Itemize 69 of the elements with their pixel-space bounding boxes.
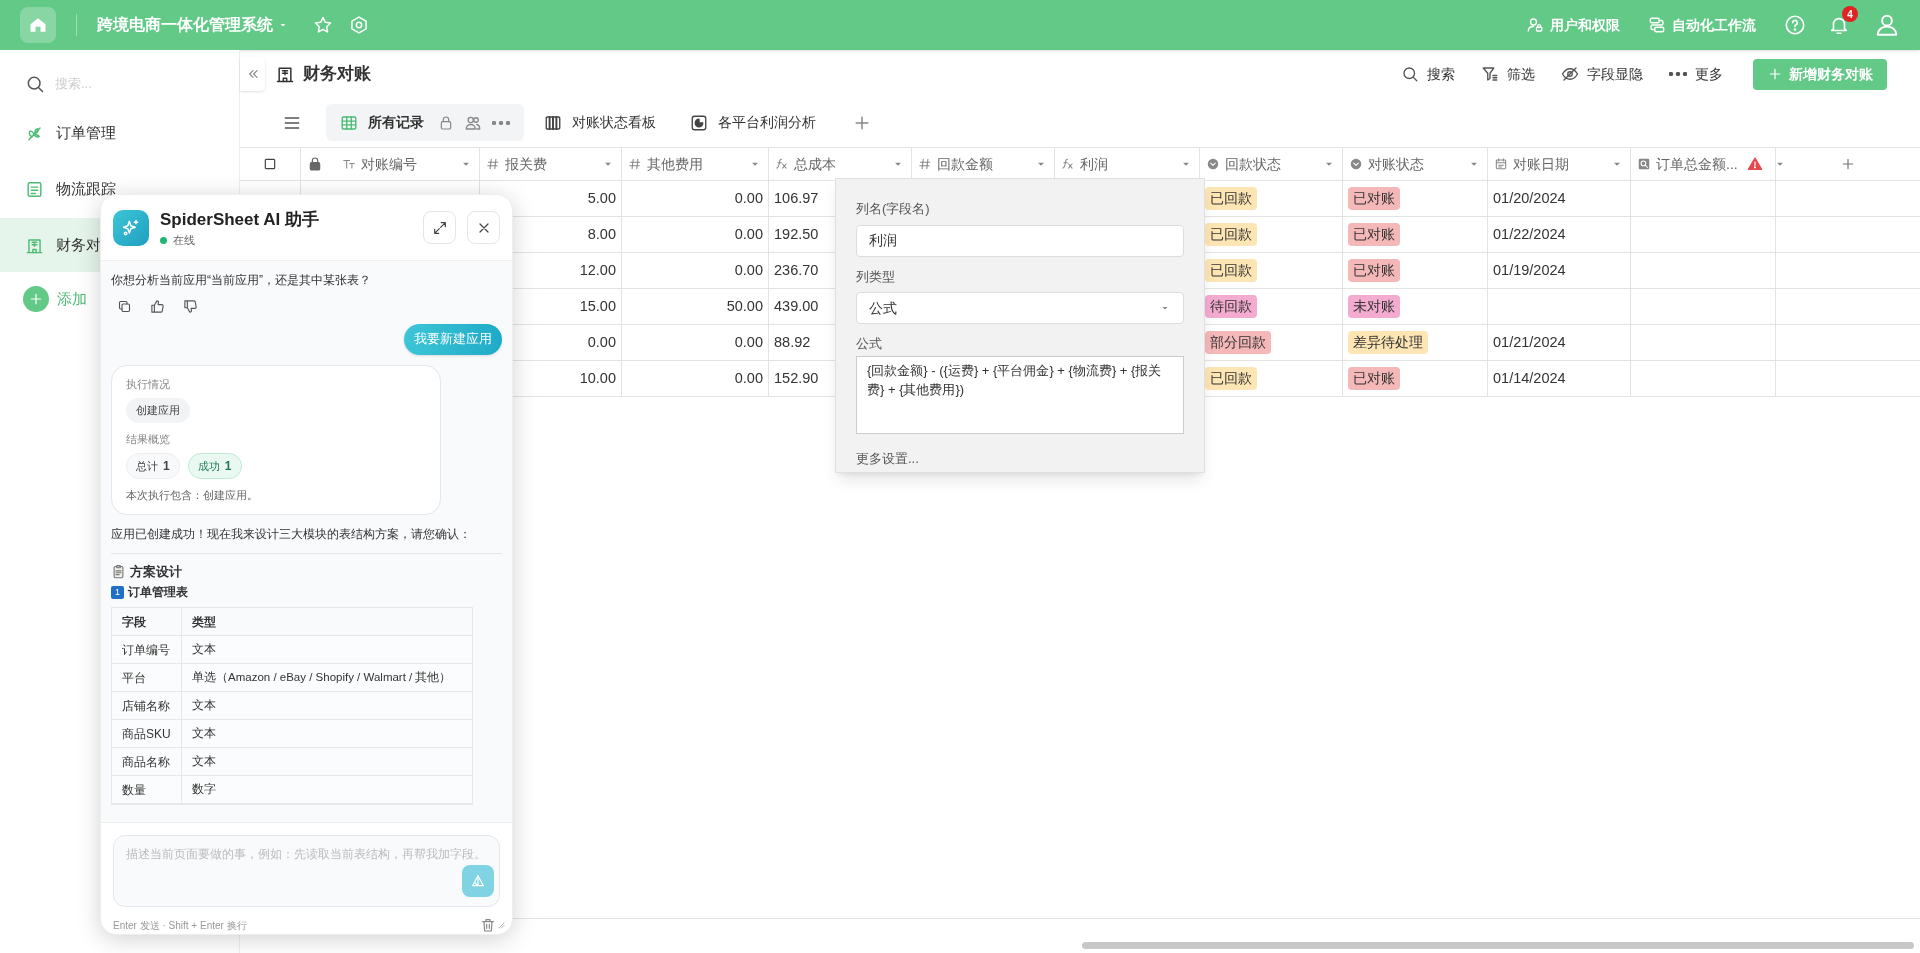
table-cell-text: 订单编号 [122,641,170,659]
plan-subheading: 订单管理表 [128,584,188,602]
status-tag: 未对账 [1348,295,1400,318]
status-tag: 待回款 [1205,295,1257,318]
table-cell-text: 5.00 [587,188,616,208]
status-tag: 已对账 [1348,187,1400,210]
table-cell-text: 文本 [192,754,216,770]
table-cell-text: 01/20/2024 [1493,188,1566,208]
table-cell-text: 商品SKU [122,725,171,743]
table-cell-text: 0.00 [734,188,763,208]
table-cell-text: 106.97 [774,188,819,208]
status-tag: 部分回款 [1205,331,1271,354]
table-cell-text: 12.00 [579,260,616,280]
field-label: 列类型 [856,267,896,286]
status-tag: 差异待处理 [1348,331,1428,354]
table-cell-text: 192.50 [774,224,819,244]
table-cell-text: 0.00 [734,332,763,352]
table-cell-text: 15.00 [579,296,616,316]
online-status: 在线 [173,233,195,248]
status-tag: 已对账 [1348,223,1400,246]
result-note: 本次执行包含：创建应用。 [126,488,259,504]
step-chip: 创建应用 [126,398,190,423]
table-cell-text: 店铺名称 [122,697,170,715]
field-label: 列名(字段名) [856,200,931,218]
table-cell-text: 01/21/2024 [1493,332,1566,352]
assistant-message: 应用已创建成功！现在我来设计三大模块的表结构方案，请您确认： [111,525,472,543]
status-tag: 已回款 [1205,367,1257,390]
table-cell-text: 152.90 [774,368,819,388]
table-cell-text: 01/22/2024 [1493,224,1566,244]
assistant-message: 你想分析当前应用“当前应用”，还是其中某张表？ [111,272,372,289]
notification-badge: 4 [1842,6,1858,22]
table-cell-text: 10.00 [579,368,616,388]
table-cell-text: 文本 [192,698,216,714]
table-cell-text: 商品名称 [122,753,170,771]
table-cell-text: 0.00 [734,368,763,388]
table-cell-text: 平台 [122,669,146,687]
table-cell-text: 01/14/2024 [1493,368,1566,388]
stat-chip: 总计 1 [126,453,180,480]
table-header: 类型 [192,613,216,631]
table-cell-text: 0.00 [734,260,763,280]
status-tag: 已回款 [1205,187,1257,210]
status-tag: 已回款 [1205,223,1257,246]
table-cell-text: 50.00 [726,296,763,316]
table-cell-text: 单选（Amazon / eBay / Shopify / Walmart / 其他） [192,670,452,686]
input-hint: Enter 发送 · Shift + Enter 换行 [113,918,247,933]
number-badge: 1 [111,585,124,599]
table-cell-text: 01/19/2024 [1493,260,1566,280]
table-header: 字段 [122,613,146,631]
stat-chip: 成功 1 [187,453,242,480]
table-cell-text: 439.00 [774,296,819,316]
section-label: 结果概览 [126,431,171,447]
table-cell-text: 88.92 [774,332,811,352]
table-cell-text: 8.00 [587,224,616,244]
section-label: 执行情况 [126,376,171,392]
status-tag: 已对账 [1348,367,1400,390]
table-cell-text: 数字 [192,782,216,798]
table-cell-text: 0.00 [734,224,763,244]
field-label: 公式 [856,335,883,353]
status-tag: 已回款 [1205,259,1257,282]
table-cell-text: 236.70 [774,260,819,280]
user-message: 我要新建应用 [404,324,502,355]
table-cell-text: 数量 [122,781,146,799]
table-cell-text: 文本 [192,642,216,658]
page-title: 财务对账 [303,63,371,86]
assistant-title: SpiderSheet AI 助手 [160,208,319,231]
table-cell-text: 0.00 [587,332,616,352]
plan-heading: 方案设计 [130,562,182,581]
status-tag: 已对账 [1348,259,1400,282]
table-cell-text: 文本 [192,726,216,742]
